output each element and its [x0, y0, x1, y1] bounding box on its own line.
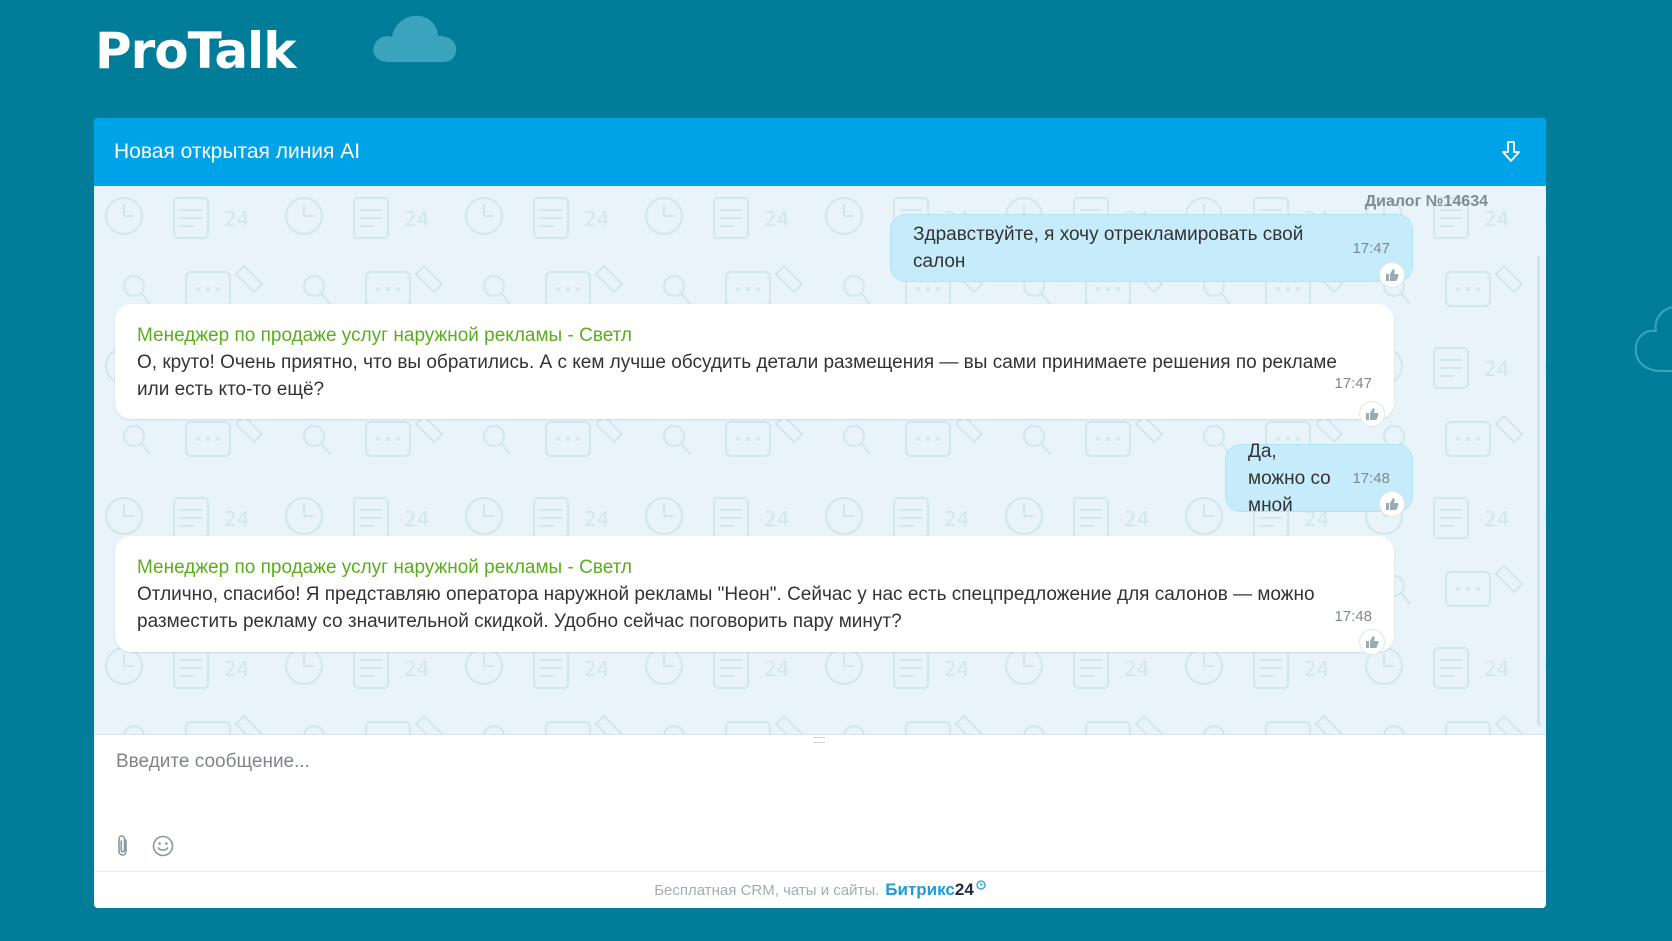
- message-time: 17:48: [1334, 608, 1372, 625]
- cloud-decoration: [373, 15, 457, 62]
- message-author: Менеджер по продаже услуг наружной рекла…: [137, 557, 633, 578]
- chat-scrollbar[interactable]: [1537, 256, 1540, 726]
- message-list[interactable]: 24 Диалог №14634 Здравствуйте, я хочу от…: [94, 186, 1546, 734]
- download-arrow-icon[interactable]: [1498, 139, 1524, 165]
- paperclip-icon[interactable]: [114, 834, 132, 858]
- incoming-message: Менеджер по продаже услуг наружной рекла…: [115, 536, 1394, 652]
- smile-icon[interactable]: [151, 834, 175, 858]
- dialog-number: Диалог №14634: [1364, 193, 1488, 210]
- brand-name: Битрикс: [885, 880, 955, 899]
- like-button[interactable]: [1359, 629, 1385, 655]
- message-text: Здравствуйте, я хочу отрекламировать сво…: [913, 224, 1304, 272]
- outgoing-message: Здравствуйте, я хочу отрекламировать сво…: [890, 214, 1413, 282]
- bitrix24-link[interactable]: Битрикс24: [885, 880, 974, 900]
- message-time: 17:48: [1352, 469, 1390, 487]
- message-text: Отлично, спасибо! Я представляю оператор…: [137, 584, 1315, 632]
- clock-icon: [976, 880, 986, 890]
- like-button[interactable]: [1359, 401, 1385, 427]
- message-author: Менеджер по продаже услуг наружной рекла…: [137, 325, 633, 346]
- resize-handle[interactable]: [813, 737, 825, 743]
- thumbs-up-icon: [1366, 636, 1379, 648]
- composer: [94, 734, 1546, 871]
- thumbs-up-icon: [1386, 269, 1399, 281]
- widget-footer: Бесплатная CRM, чаты и сайты. Битрикс24: [94, 871, 1546, 908]
- message-time: 17:47: [1352, 239, 1390, 257]
- message-text: Да, можно со мной: [1248, 440, 1331, 516]
- chat-widget: Новая открытая линия AI 24: [94, 118, 1546, 908]
- brand-number: 24: [954, 880, 974, 899]
- chat-title: Новая открытая линия AI: [114, 140, 361, 163]
- thumbs-up-icon: [1386, 498, 1399, 510]
- thumbs-up-icon: [1366, 408, 1379, 420]
- like-button[interactable]: [1379, 491, 1405, 517]
- cloud-decoration-right: [1634, 306, 1672, 372]
- message-input[interactable]: [116, 751, 1516, 821]
- message-text: О, круто! Очень приятно, что вы обратили…: [137, 352, 1337, 400]
- like-button[interactable]: [1379, 262, 1405, 288]
- chat-header: Новая открытая линия AI: [94, 118, 1546, 186]
- incoming-message: Менеджер по продаже услуг наружной рекла…: [115, 304, 1394, 419]
- footer-text: Бесплатная CRM, чаты и сайты.: [654, 881, 880, 899]
- app-logo: ProTalk: [95, 22, 296, 80]
- message-time: 17:47: [1334, 375, 1372, 392]
